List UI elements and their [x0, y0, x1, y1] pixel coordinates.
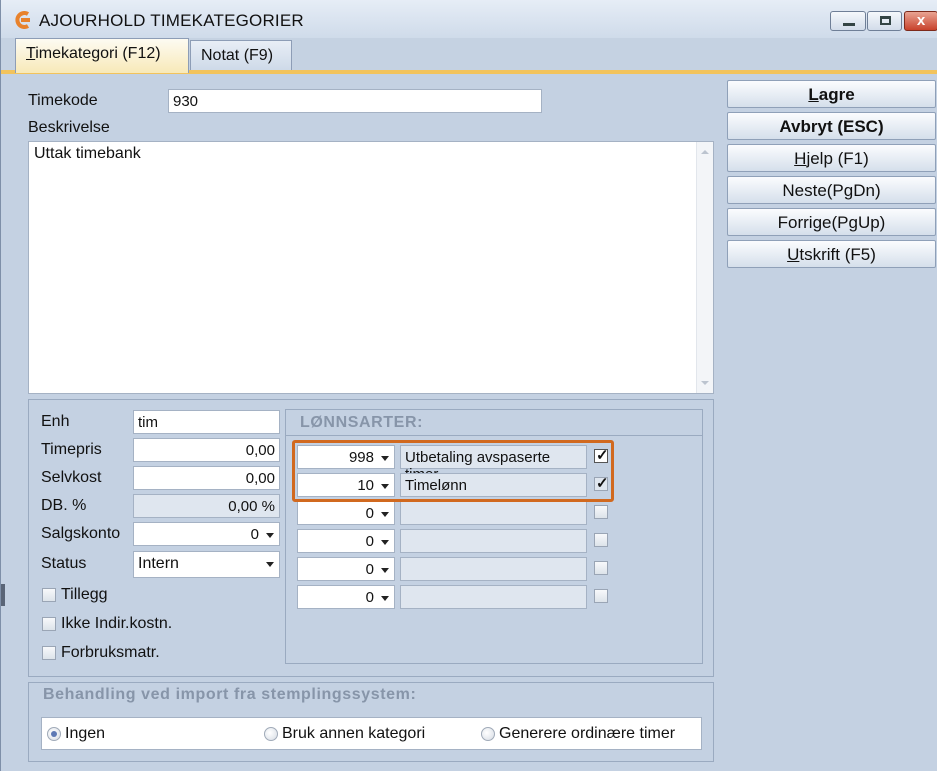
highlight-box [292, 440, 614, 502]
neste-button[interactable]: Neste(PgDn) [727, 176, 936, 204]
beskrivelse-textarea[interactable]: Uttak timebank [28, 141, 714, 394]
salgskonto-label: Salgskonto [41, 525, 121, 542]
lonnsart-desc-4 [400, 529, 587, 553]
timekode-label: Timekode [28, 92, 98, 109]
chevron-down-icon [381, 540, 389, 545]
maximize-button[interactable] [867, 11, 902, 31]
hjelp-label: jelp (F1) [806, 149, 869, 168]
tab-timekategori-label: imekategori (F12) [35, 45, 161, 62]
lonnsart-code-dropdown-5[interactable]: 0 [297, 557, 395, 581]
lonnsart-checkbox-4[interactable] [594, 533, 608, 547]
tillegg-checkbox[interactable] [42, 588, 56, 602]
lonnsart-code-5: 0 [365, 561, 374, 578]
salgskonto-value: 0 [250, 526, 259, 543]
chevron-down-icon [381, 596, 389, 601]
beskrivelse-label: Beskrivelse [28, 119, 110, 136]
radio-ingen[interactable] [47, 727, 61, 741]
chevron-down-icon [381, 568, 389, 573]
lonnsarter-title: LØNNSARTER: [300, 414, 424, 431]
lonnsarter-divider [286, 435, 702, 436]
avbryt-button[interactable]: Avbryt (ESC) [727, 112, 936, 140]
forrige-label: Forrige(PgUp) [777, 213, 886, 232]
lonnsart-code-6: 0 [365, 589, 374, 606]
tab-notat-label: Notat (F9) [201, 47, 274, 64]
tab-timekategori-accel: T [26, 45, 36, 62]
lonnsart-code-dropdown-6[interactable]: 0 [297, 585, 395, 609]
lonnsart-desc-3 [400, 501, 587, 525]
timepris-field[interactable]: 0,00 [133, 438, 280, 462]
lonnsart-checkbox-6[interactable] [594, 589, 608, 603]
selvkost-field[interactable]: 0,00 [133, 466, 280, 490]
app-logo-icon [15, 11, 30, 29]
tillegg-label: Tillegg [61, 586, 108, 603]
minimize-button[interactable] [830, 11, 866, 31]
radio-ingen-label: Ingen [65, 725, 106, 742]
lagre-accel: L [808, 85, 819, 104]
forbruksmatr-label: Forbruksmatr. [61, 644, 160, 661]
radio-generere-label: Generere ordinære timer [499, 725, 676, 742]
scroll-down-icon[interactable] [701, 381, 709, 385]
db-label: DB. % [41, 497, 87, 514]
radio-bruk-annen[interactable] [264, 727, 278, 741]
utskrift-button[interactable]: Utskrift (F5) [727, 240, 936, 268]
lonnsart-code-3: 0 [365, 505, 374, 522]
chevron-down-icon [381, 512, 389, 517]
utskrift-accel: U [787, 245, 800, 264]
timepris-label: Timepris [41, 441, 102, 458]
tab-strip: Timekategori (F12) Notat (F9) [1, 38, 937, 73]
close-icon: x [916, 12, 926, 29]
status-label: Status [41, 555, 87, 572]
maximize-icon [880, 16, 891, 25]
forbruksmatr-checkbox[interactable] [42, 646, 56, 660]
lonnsart-desc-5 [400, 557, 587, 581]
scroll-up-icon[interactable] [701, 150, 709, 154]
close-button[interactable]: x [904, 11, 937, 31]
status-dropdown[interactable]: Intern [133, 551, 280, 578]
forrige-button[interactable]: Forrige(PgUp) [727, 208, 936, 236]
timekode-field[interactable]: 930 [168, 89, 542, 113]
lonnsart-code-dropdown-3[interactable]: 0 [297, 501, 395, 525]
title-bar: AJOURHOLD TIMEKATEGORIER x [1, 0, 937, 38]
main-panel: Timekode 930 Beskrivelse Uttak timebank … [1, 74, 937, 771]
avbryt-label: Avbryt (ESC) [779, 117, 884, 136]
db-field: 0,00 % [133, 494, 280, 518]
salgskonto-dropdown[interactable]: 0 [133, 522, 280, 546]
edge-marker [1, 584, 5, 606]
status-value: Intern [138, 555, 179, 572]
neste-label: Neste(PgDn) [782, 181, 881, 200]
hjelp-accel: H [794, 149, 807, 168]
radio-generere[interactable] [481, 727, 495, 741]
utskrift-label: tskrift (F5) [799, 245, 876, 264]
lonnsart-code-dropdown-4[interactable]: 0 [297, 529, 395, 553]
enh-field[interactable]: tim [133, 410, 280, 434]
chevron-down-icon [266, 533, 274, 538]
window-title: AJOURHOLD TIMEKATEGORIER [39, 11, 304, 30]
chevron-down-icon [266, 562, 274, 567]
minimize-icon [843, 23, 855, 26]
tab-notat[interactable]: Notat (F9) [190, 40, 292, 71]
lonnsart-desc-6 [400, 585, 587, 609]
hjelp-button[interactable]: Hjelp (F1) [727, 144, 936, 172]
tab-timekategori[interactable]: Timekategori (F12) [15, 38, 189, 73]
import-title: Behandling ved import fra stemplingssyst… [43, 686, 417, 703]
radio-bruk-annen-label: Bruk annen kategori [282, 725, 426, 742]
lonnsart-checkbox-5[interactable] [594, 561, 608, 575]
ikke-indir-checkbox[interactable] [42, 617, 56, 631]
ikke-indir-label: Ikke Indir.kostn. [61, 615, 173, 632]
lagre-button[interactable]: Lagre [727, 80, 936, 108]
beskrivelse-scrollbar[interactable] [696, 142, 713, 393]
lonnsart-checkbox-3[interactable] [594, 505, 608, 519]
beskrivelse-text: Uttak timebank [34, 145, 141, 162]
lagre-label: agre [818, 85, 855, 104]
app-window: AJOURHOLD TIMEKATEGORIER x Timekategori … [0, 0, 937, 771]
selvkost-label: Selvkost [41, 469, 102, 486]
lonnsart-code-4: 0 [365, 533, 374, 550]
enh-label: Enh [41, 413, 70, 430]
